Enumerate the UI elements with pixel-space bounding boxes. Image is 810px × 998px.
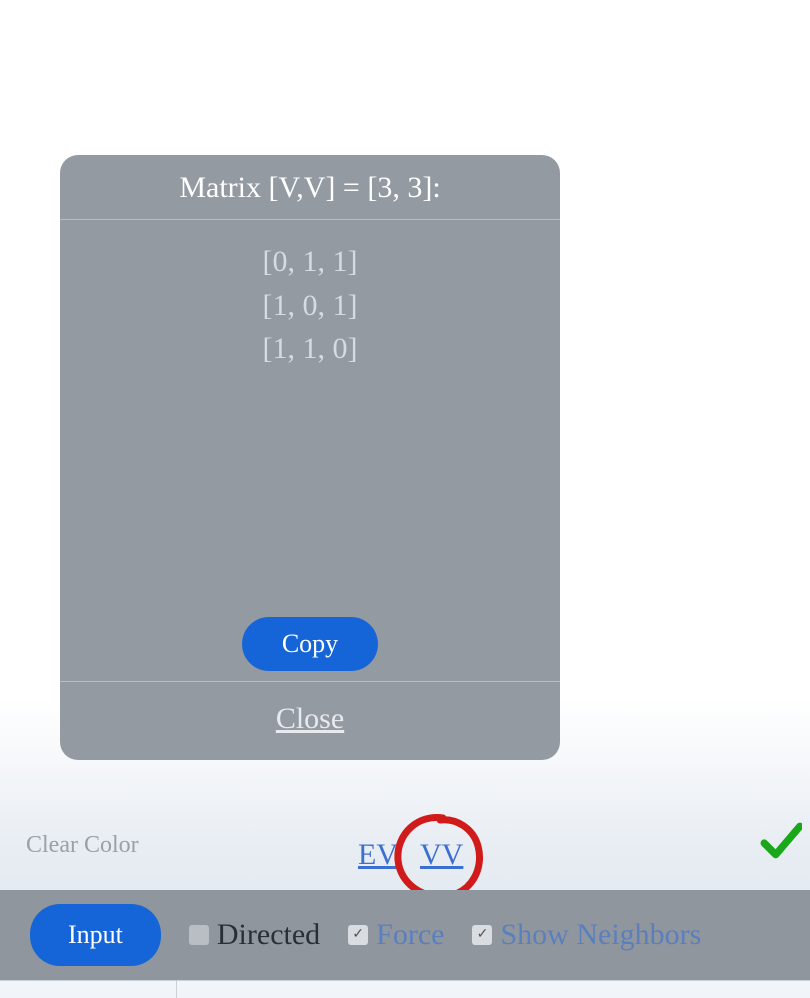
vv-link[interactable]: VV <box>420 838 463 872</box>
close-wrap: Close <box>60 681 560 760</box>
matrix-body: [0, 1, 1] [1, 0, 1] [1, 1, 0] <box>60 220 560 617</box>
matrix-row: [0, 1, 1] <box>70 240 550 284</box>
matrix-row: [1, 0, 1] <box>70 284 550 328</box>
copy-button-wrap: Copy <box>60 617 560 681</box>
force-option[interactable]: ✓ Force <box>348 918 444 952</box>
directed-option[interactable]: Directed <box>189 918 320 952</box>
copy-button[interactable]: Copy <box>242 617 378 671</box>
checkbox-checked-icon: ✓ <box>472 925 492 945</box>
bottom-toolbar: Input Directed ✓ Force ✓ Show Neighbors <box>0 890 810 980</box>
bottom-seam <box>0 980 810 998</box>
checkmark-icon[interactable] <box>760 820 802 862</box>
force-label: Force <box>376 918 444 952</box>
modal-title: Matrix [V,V] = [3, 3]: <box>60 155 560 220</box>
show-neighbors-label: Show Neighbors <box>500 918 701 952</box>
checkbox-unchecked-icon <box>189 925 209 945</box>
matrix-row: [1, 1, 0] <box>70 327 550 371</box>
directed-label: Directed <box>217 918 320 952</box>
show-neighbors-option[interactable]: ✓ Show Neighbors <box>472 918 701 952</box>
close-button[interactable]: Close <box>276 702 344 735</box>
clear-color-button[interactable]: Clear Color <box>26 832 139 859</box>
ev-link[interactable]: EV <box>358 838 398 872</box>
input-button[interactable]: Input <box>30 904 161 966</box>
matrix-modal: Matrix [V,V] = [3, 3]: [0, 1, 1] [1, 0, … <box>60 155 560 760</box>
checkbox-checked-icon: ✓ <box>348 925 368 945</box>
